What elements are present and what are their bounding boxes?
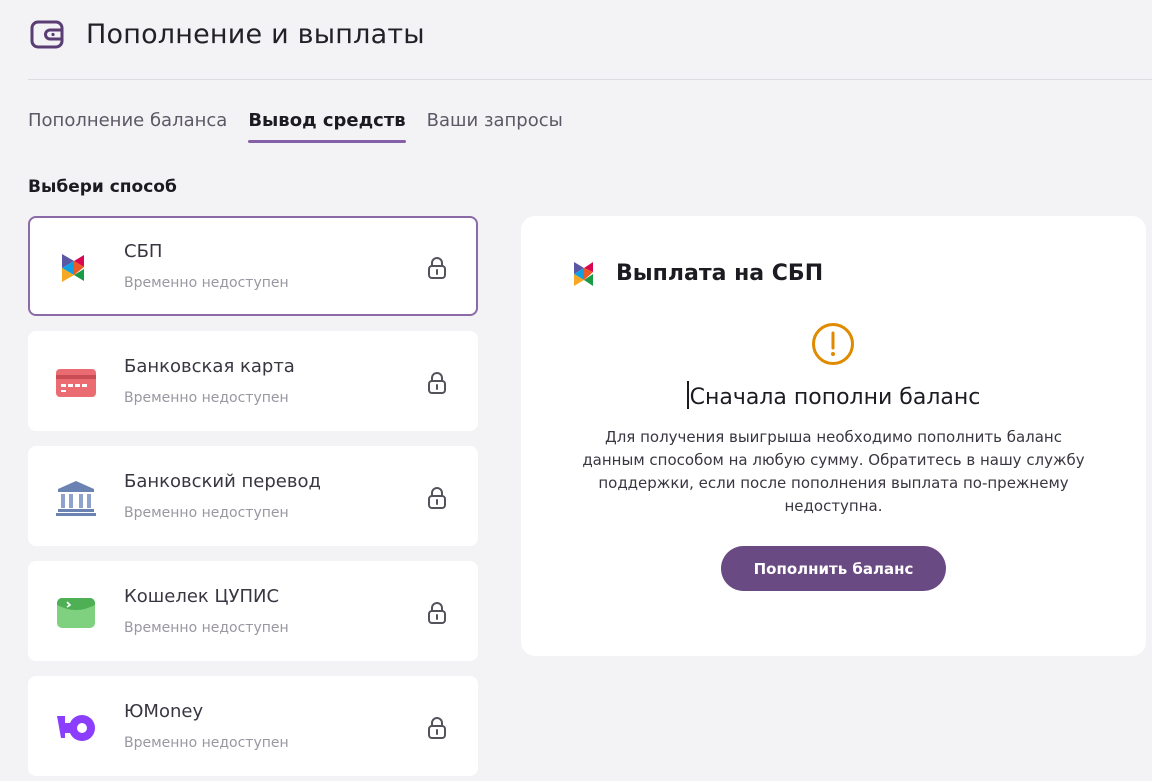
bank-building-icon <box>56 481 96 516</box>
method-list: СБП Временно недоступен Банковская карта… <box>28 216 478 781</box>
method-status: Временно недоступен <box>124 275 289 291</box>
bank-card-icon <box>56 369 96 397</box>
panel-title: Выплата на СБП <box>616 260 824 286</box>
tab-withdraw[interactable]: Вывод средств <box>248 110 407 143</box>
notice-title: Сначала пополни баланс <box>521 381 1146 410</box>
lock-icon <box>428 487 446 509</box>
method-name: Банковский перевод <box>124 471 321 492</box>
method-name: Банковская карта <box>124 356 295 377</box>
method-item-bank-card[interactable]: Банковская карта Временно недоступен <box>28 331 478 431</box>
notice-text: Для получения выигрыша необходимо пополн… <box>582 428 1085 515</box>
tab-topup[interactable]: Пополнение баланса <box>28 110 227 143</box>
cupis-wallet-icon <box>57 598 95 628</box>
method-name: ЮMoney <box>124 701 204 722</box>
panel-header: Выплата на СБП <box>571 258 823 288</box>
method-name: СБП <box>124 241 163 262</box>
text-cursor <box>686 381 689 409</box>
topup-balance-button[interactable]: Пополнить баланс <box>721 546 946 591</box>
yumoney-logo-icon <box>57 715 95 741</box>
tab-bar: Пополнение баланса Вывод средств Ваши за… <box>28 110 584 143</box>
method-item-yumoney[interactable]: ЮMoney Временно недоступен <box>28 676 478 776</box>
tab-requests[interactable]: Ваши запросы <box>427 110 563 143</box>
lock-icon <box>428 372 446 394</box>
method-status: Временно недоступен <box>124 390 289 406</box>
notice-title-text: Сначала пополни баланс <box>689 385 981 410</box>
page-title: Пополнение и выплаты <box>86 18 425 50</box>
method-status: Временно недоступен <box>124 735 289 751</box>
sbp-logo-icon <box>574 262 593 286</box>
page-header: Пополнение и выплаты <box>28 14 425 54</box>
section-label: Выбери способ <box>28 177 177 197</box>
sbp-logo-icon <box>62 254 84 282</box>
method-item-bank-transfer[interactable]: Банковский перевод Временно недоступен <box>28 446 478 546</box>
payments-page: Пополнение и выплаты Пополнение баланса … <box>0 0 1152 781</box>
method-name: Кошелек ЦУПИС <box>124 586 280 607</box>
lock-icon <box>428 257 446 279</box>
method-item-cupis[interactable]: Кошелек ЦУПИС Временно недоступен <box>28 561 478 661</box>
lock-icon <box>428 602 446 624</box>
lock-icon <box>428 717 446 739</box>
header-divider <box>28 79 1152 80</box>
payout-panel: Выплата на СБП Сначала пополни баланс Дл… <box>521 216 1146 656</box>
wallet-icon <box>30 20 64 49</box>
method-item-sbp[interactable]: СБП Временно недоступен <box>28 216 478 316</box>
method-status: Временно недоступен <box>124 505 289 521</box>
warning-icon <box>812 323 854 365</box>
method-status: Временно недоступен <box>124 620 289 636</box>
